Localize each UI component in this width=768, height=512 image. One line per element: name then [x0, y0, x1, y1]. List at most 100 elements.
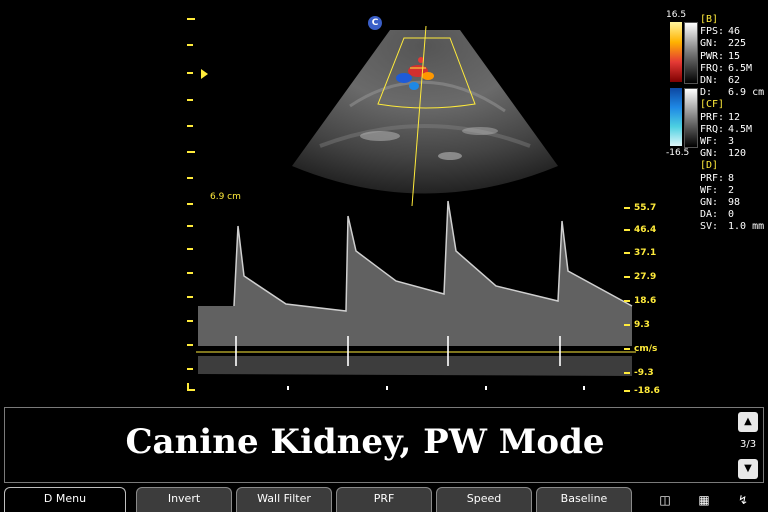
doppler-tick: [187, 248, 193, 250]
cf-color-bar: [670, 88, 682, 146]
doppler-reverse-fill: [198, 356, 632, 376]
doppler-tick: [187, 272, 193, 274]
param-key: FRQ:: [700, 123, 725, 135]
velocity-scale-label: 46.4: [634, 225, 657, 235]
network-icon[interactable]: ▦: [693, 490, 715, 510]
softkey-invert[interactable]: Invert: [136, 487, 232, 512]
page-up-button[interactable]: ▲: [738, 412, 758, 432]
param-row: FRQ: 4.5M: [700, 124, 768, 136]
param-value: 62: [728, 75, 741, 87]
depth-tick: [187, 151, 195, 153]
param-key: DA:: [700, 209, 719, 221]
annotation-panel[interactable]: Canine Kidney, PW Mode: [4, 407, 764, 483]
param-key: DN:: [700, 75, 719, 87]
param-value: 4.5M: [728, 123, 753, 135]
softkey-baseline[interactable]: Baseline: [536, 487, 632, 512]
tissue-echo: [438, 152, 462, 160]
doppler-spectrum-fill: [198, 201, 632, 346]
velocity-tick: [624, 229, 630, 231]
velocity-scale-label: 27.9: [634, 272, 657, 282]
param-value: 1.0 mm: [728, 221, 765, 233]
time-tick: [583, 386, 585, 390]
param-value: 0: [728, 209, 735, 221]
param-row: FPS: 46: [700, 26, 768, 38]
param-value: 46: [728, 26, 741, 38]
ultrasound-viewport[interactable]: 6.9 cm C 16.5 -16.5 [B] FPS: 46 GN: 225 …: [0, 6, 768, 406]
param-value: 98: [728, 197, 741, 209]
velocity-scale-label: 55.7: [634, 203, 657, 213]
param-row: D: 6.9 cm: [700, 87, 768, 99]
b-color-bar: [670, 22, 682, 82]
velocity-scale-label: -9.3: [634, 368, 654, 378]
velocity-tick: [624, 252, 630, 254]
param-key: GN:: [700, 38, 719, 50]
doppler-tick: [187, 296, 193, 298]
param-value: 12: [728, 111, 741, 123]
sector-area: [292, 30, 558, 194]
parameter-panel: [B] FPS: 46 GN: 225 PWR: 15 FRQ: 6.5M DN: 62 D: 6.9…: [700, 14, 768, 234]
param-key: D:: [700, 87, 713, 99]
param-row: GN: 98: [700, 197, 768, 209]
param-value: 8: [728, 172, 735, 184]
depth-tick: [187, 125, 193, 127]
focus-marker-icon[interactable]: [201, 69, 208, 79]
softkey-speed[interactable]: Speed: [436, 487, 532, 512]
color-flow: [422, 72, 434, 80]
section-header-d: [D]: [700, 160, 719, 172]
param-row: SV: 1.0 mm: [700, 221, 768, 233]
velocity-scale-label: -18.6: [634, 386, 660, 396]
time-tick: [287, 386, 289, 390]
grayscale-bar: [684, 22, 698, 84]
param-row: GN: 120: [700, 148, 768, 160]
param-value: 3: [728, 136, 735, 148]
param-value: 15: [728, 50, 741, 62]
time-tick: [386, 386, 388, 390]
param-value: 2: [728, 184, 735, 196]
doppler-origin-marker: [187, 383, 195, 391]
param-value: 225: [728, 38, 747, 50]
b-mode-image[interactable]: [290, 16, 570, 216]
annotation-text: Canine Kidney, PW Mode: [125, 422, 605, 462]
doppler-tick: [187, 320, 193, 322]
doppler-tick: [187, 225, 193, 227]
depth-tick: [187, 18, 195, 20]
page-down-button[interactable]: ▼: [738, 459, 758, 479]
param-row: WF: 2: [700, 185, 768, 197]
param-row: PRF: 8: [700, 173, 768, 185]
softkey-prf[interactable]: PRF: [336, 487, 432, 512]
param-key: GN:: [700, 148, 719, 160]
color-flow: [396, 73, 412, 83]
usb-icon[interactable]: ↯: [732, 490, 754, 510]
spectral-doppler-trace[interactable]: [196, 196, 636, 406]
image-badge: C: [368, 16, 382, 30]
param-row: DN: 62: [700, 75, 768, 87]
depth-tick: [187, 177, 193, 179]
param-key: FRQ:: [700, 62, 725, 74]
param-row: PRF: 12: [700, 112, 768, 124]
param-value: 6.5M: [728, 62, 753, 74]
tissue-echo: [360, 131, 400, 141]
colorbar-bottom-label: -16.5: [666, 148, 690, 158]
param-value: 6.9 cm: [728, 87, 765, 99]
depth-tick: [187, 44, 193, 46]
softkey-d-menu[interactable]: D Menu: [4, 487, 126, 512]
velocity-tick: [624, 348, 630, 350]
velocity-scale-label: 18.6: [634, 296, 657, 306]
velocity-scale-label: cm/s: [634, 344, 658, 354]
doppler-tick: [187, 368, 193, 370]
param-key: WF:: [700, 184, 719, 196]
param-row: WF: 3: [700, 136, 768, 148]
softkey-wall-filter[interactable]: Wall Filter: [236, 487, 332, 512]
velocity-scale-label: 37.1: [634, 248, 657, 258]
velocity-tick: [624, 372, 630, 374]
section-header-cf: [CF]: [700, 99, 725, 111]
cf-gray-bar: [684, 88, 698, 148]
param-key: FPS:: [700, 26, 725, 38]
param-row: DA: 0: [700, 209, 768, 221]
storage-icon[interactable]: ◫: [654, 490, 676, 510]
param-key: WF:: [700, 136, 719, 148]
param-key: GN:: [700, 197, 719, 209]
section-header-b: [B]: [700, 14, 719, 25]
velocity-tick: [624, 300, 630, 302]
velocity-scale-label: 9.3: [634, 320, 650, 330]
